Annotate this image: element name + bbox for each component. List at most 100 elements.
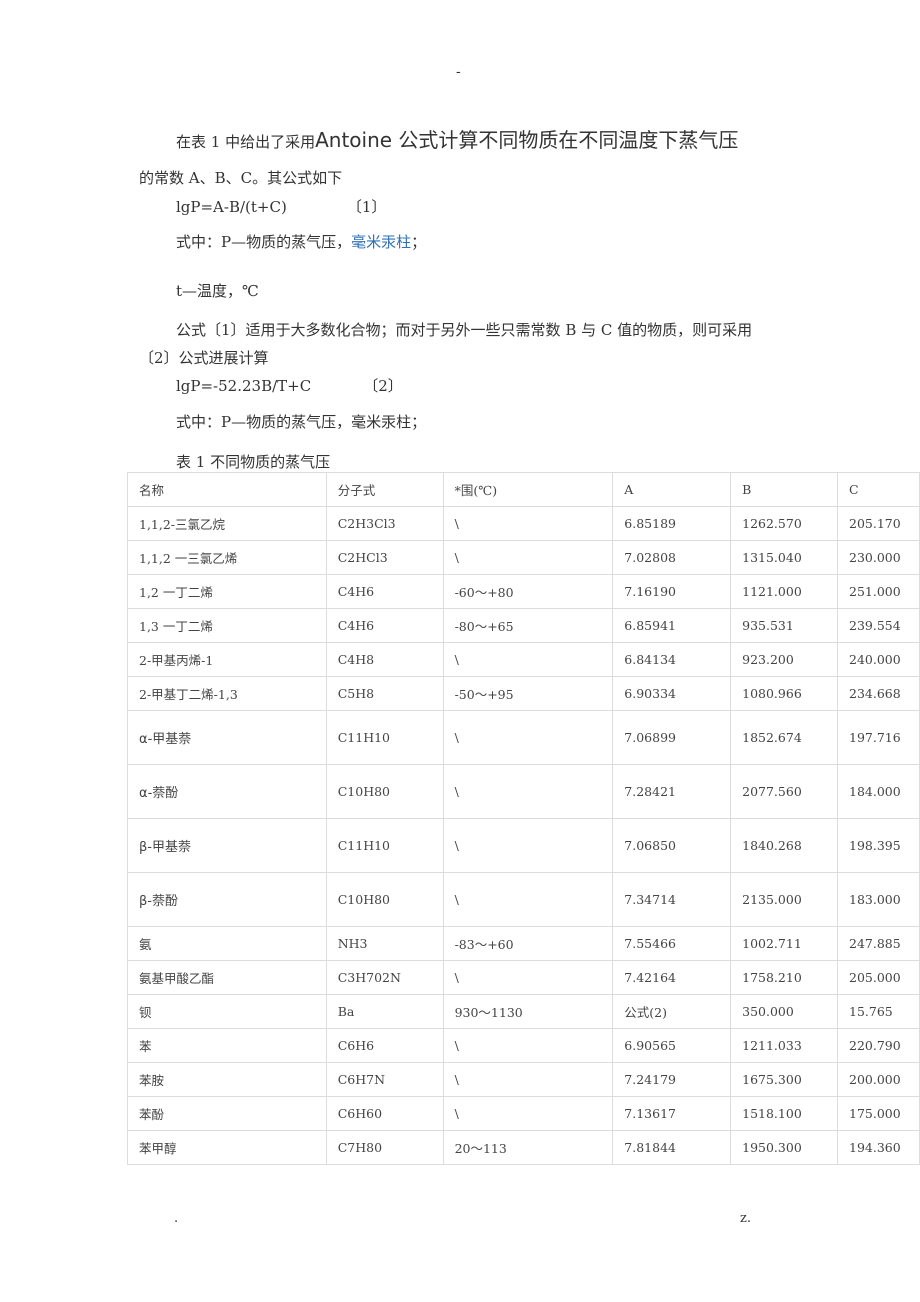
cell-c: 197.716 [837, 710, 920, 765]
cell-a: 7.02808 [612, 540, 732, 575]
table-row: β-甲基萘 C11H10 \ 7.06850 1840.268 198.395 [127, 818, 920, 873]
mmhg-link[interactable]: 毫米汞柱 [351, 233, 411, 251]
cell-b: 923.200 [730, 642, 839, 677]
cell-a: 7.55466 [612, 926, 732, 961]
cell-c: 239.554 [837, 608, 920, 643]
intro-title-text: Antoine 公式计算不同物质在不同温度下蒸气压 [315, 128, 739, 152]
cell-formula: C10H80 [325, 872, 444, 927]
where-2: 式中：P—物质的蒸气压，毫米汞柱； [176, 413, 427, 431]
formula-1-expr: lgP=A-B/(t+C) [176, 198, 287, 216]
cell-a: 7.06850 [612, 818, 732, 873]
cell-range: \ [442, 818, 614, 873]
cell-b: 2135.000 [730, 872, 839, 927]
cell-name: 苯甲醇 [127, 1130, 327, 1165]
cell-a: 6.84134 [612, 642, 732, 677]
cell-name: 1,1,2 一三氯乙烯 [127, 540, 327, 575]
table-header-row: 名称 分子式 *围(℃) A B C [127, 472, 920, 507]
where-1-suffix: ； [411, 233, 427, 251]
cell-range: \ [442, 960, 614, 995]
cell-a: 7.81844 [612, 1130, 732, 1165]
cell-c: 205.000 [837, 960, 920, 995]
formula-2-expr: lgP=-52.23B/T+C [176, 377, 312, 395]
cell-a: 7.28421 [612, 764, 732, 819]
formula-1-number: 〔1〕 [346, 198, 387, 216]
cell-range: \ [442, 1062, 614, 1097]
header-dot: - [456, 64, 461, 80]
cell-name: α-萘酚 [127, 764, 327, 819]
cell-c: 230.000 [837, 540, 920, 575]
cell-b: 1262.570 [730, 506, 839, 541]
cell-range: \ [442, 1028, 614, 1063]
table-row: 1,1,2 一三氯乙烯 C2HCl3 \ 7.02808 1315.040 230.000 [127, 540, 920, 575]
cell-b: 350.000 [730, 994, 839, 1029]
cell-name: α-甲基萘 [127, 710, 327, 765]
footer-right: z. [740, 1211, 751, 1226]
cell-formula: C6H6 [325, 1028, 444, 1063]
para-2-line-1: 公式〔1〕适用于大多数化合物；而对于另外一些只需常数 B 与 C 值的物质，则可… [176, 321, 753, 339]
table-row: 氨基甲酸乙酯 C3H702N \ 7.42164 1758.210 205.000 [127, 960, 920, 995]
cell-a: 7.42164 [612, 960, 732, 995]
table-row: α-甲基萘 C11H10 \ 7.06899 1852.674 197.716 [127, 710, 920, 765]
cell-c: 175.000 [837, 1096, 920, 1131]
where-1-prefix: 式中：P—物质的蒸气压， [176, 233, 352, 251]
cell-name: 氨 [127, 926, 327, 961]
cell-range: -60～+80 [442, 574, 614, 609]
cell-b: 1758.210 [730, 960, 839, 995]
cell-c: 183.000 [837, 872, 920, 927]
footer-left: . [174, 1211, 179, 1226]
cell-name: 1,1,2-三氯乙烷 [127, 506, 327, 541]
cell-b: 1950.300 [730, 1130, 839, 1165]
table-row: α-萘酚 C10H80 \ 7.28421 2077.560 184.000 [127, 764, 920, 819]
cell-range: \ [442, 710, 614, 765]
cell-b: 1211.033 [730, 1028, 839, 1063]
cell-b: 1080.966 [730, 676, 839, 711]
table-row: 苯胺 C6H7N \ 7.24179 1675.300 200.000 [127, 1062, 920, 1097]
cell-b: 1840.268 [730, 818, 839, 873]
cell-c: 15.765 [837, 994, 920, 1029]
cell-range: -50～+95 [442, 676, 614, 711]
table-row: 苯酚 C6H60 \ 7.13617 1518.100 175.000 [127, 1096, 920, 1131]
cell-name: 2-甲基丙烯-1 [127, 642, 327, 677]
cell-formula: NH3 [325, 926, 444, 961]
table-row: 2-甲基丙烯-1 C4H8 \ 6.84134 923.200 240.000 [127, 642, 920, 677]
cell-name: β-甲基萘 [127, 818, 327, 873]
cell-formula: C5H8 [325, 676, 444, 711]
intro-prefix: 在表 1 中给出了采用 [176, 133, 316, 151]
vapor-pressure-table: 名称 分子式 *围(℃) A B C 1,1,2-三氯乙烷 C2H3Cl3 \ 6.8… [127, 472, 920, 1165]
cell-range: 930～1130 [442, 994, 614, 1029]
table-row: β-萘酚 C10H80 \ 7.34714 2135.000 183.000 [127, 872, 920, 927]
cell-name: 2-甲基丁二烯-1,3 [127, 676, 327, 711]
cell-b: 1518.100 [730, 1096, 839, 1131]
cell-formula: C4H8 [325, 642, 444, 677]
cell-a: 公式(2) [612, 994, 732, 1029]
table-row: 苯 C6H6 \ 6.90565 1211.033 220.790 [127, 1028, 920, 1063]
cell-c: 234.668 [837, 676, 920, 711]
header-formula: 分子式 [325, 472, 444, 507]
cell-a: 6.85941 [612, 608, 732, 643]
cell-c: 198.395 [837, 818, 920, 873]
table-row: 1,3 一丁二烯 C4H6 -80～+65 6.85941 935.531 239.554 [127, 608, 920, 643]
cell-formula: C7H80 [325, 1130, 444, 1165]
where-t: t—温度，℃ [176, 282, 259, 300]
cell-c: 247.885 [837, 926, 920, 961]
cell-c: 200.000 [837, 1062, 920, 1097]
cell-a: 6.85189 [612, 506, 732, 541]
cell-formula: C6H60 [325, 1096, 444, 1131]
cell-name: β-萘酚 [127, 872, 327, 927]
cell-name: 苯 [127, 1028, 327, 1063]
table-row: 1,1,2-三氯乙烷 C2H3Cl3 \ 6.85189 1262.570 205.170 [127, 506, 920, 541]
intro-line-1: 在表 1 中给出了采用Antoine 公式计算不同物质在不同温度下蒸气压 [176, 124, 738, 153]
formula-2: lgP=-52.23B/T+C 〔2〕 [176, 375, 403, 396]
formula-2-number: 〔2〕 [363, 377, 403, 395]
table-row: 1,2 一丁二烯 C4H6 -60～+80 7.16190 1121.000 251.00… [127, 574, 920, 609]
cell-c: 251.000 [837, 574, 920, 609]
table-caption: 表 1 不同物质的蒸气压 [176, 453, 331, 471]
where-1: 式中：P—物质的蒸气压，毫米汞柱； [176, 231, 426, 252]
cell-formula: C4H6 [325, 574, 444, 609]
cell-a: 7.24179 [612, 1062, 732, 1097]
para-2-line-2: 〔2〕公式进展计算 [139, 349, 269, 367]
table-row: 苯甲醇 C7H80 20～113 7.81844 1950.300 194.360 [127, 1130, 920, 1165]
cell-c: 240.000 [837, 642, 920, 677]
cell-a: 6.90565 [612, 1028, 732, 1063]
cell-formula: C11H10 [325, 710, 444, 765]
